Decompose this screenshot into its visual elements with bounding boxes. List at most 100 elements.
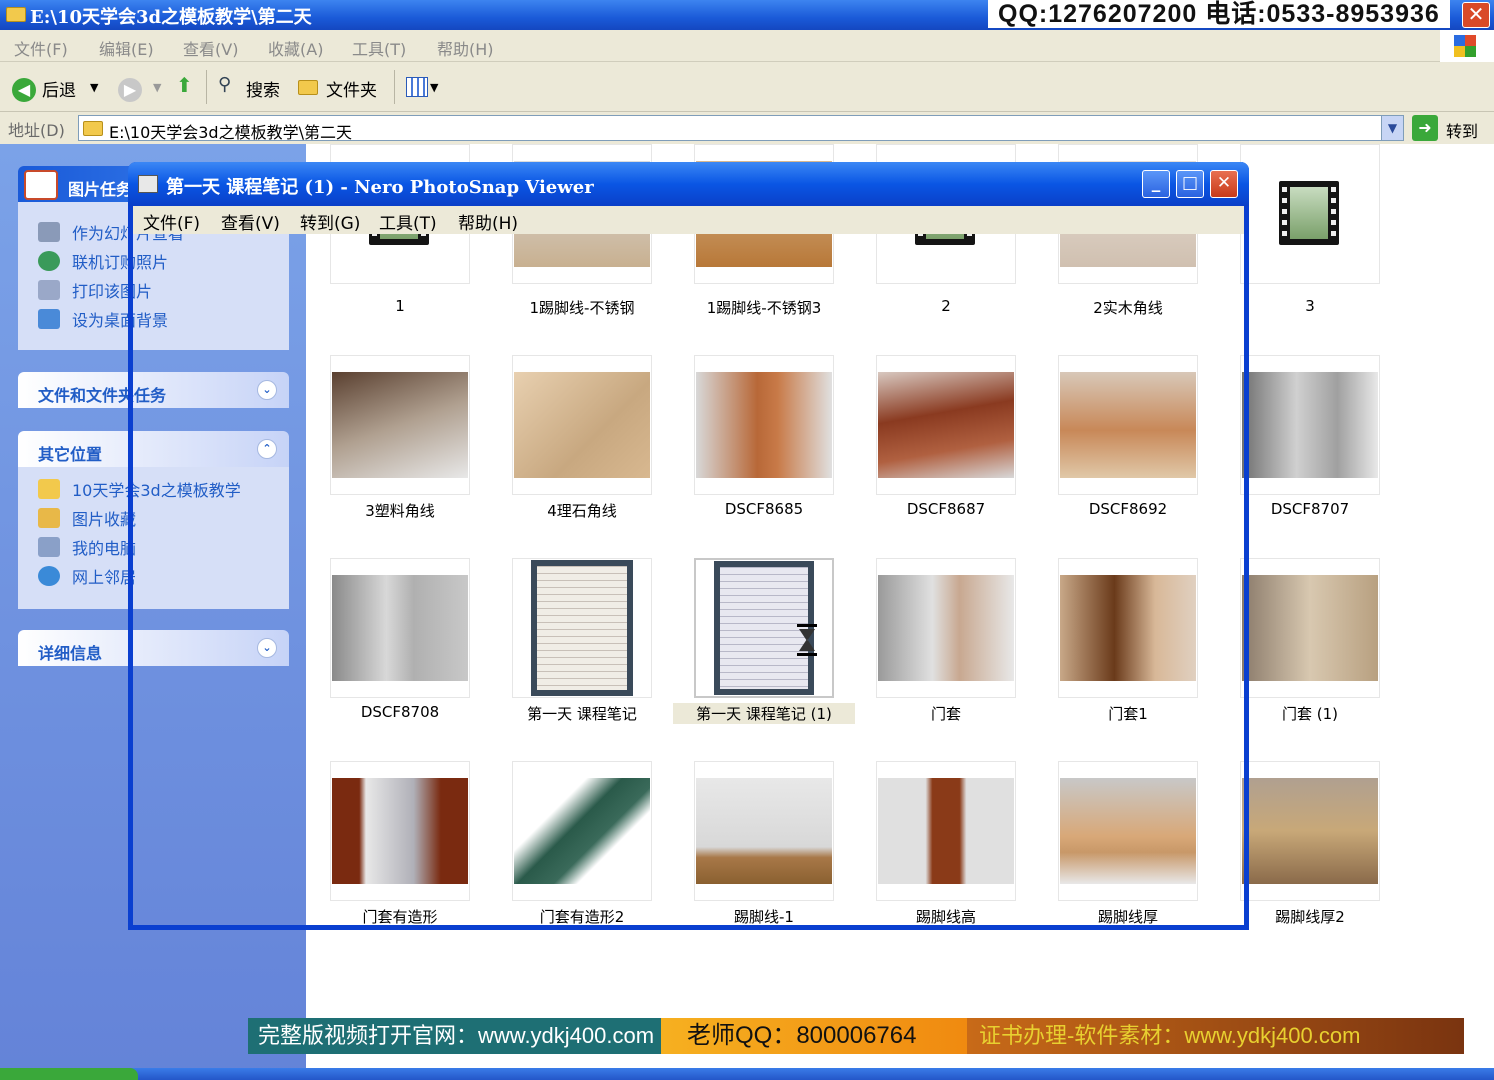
go-button[interactable]: 转到 (1446, 118, 1478, 142)
address-dropdown-icon[interactable]: ▼ (1381, 116, 1403, 140)
folder-icon (38, 479, 60, 499)
chevron-down-icon[interactable]: ⌄ (257, 638, 277, 658)
photo-thumbnail[interactable] (330, 355, 470, 495)
file-name-label[interactable]: DSCF8687 (855, 500, 1037, 518)
file-name-label[interactable]: 4理石角线 (491, 500, 673, 521)
viewer-minimize-button[interactable]: _ (1142, 170, 1170, 198)
folders-icon[interactable] (298, 80, 318, 95)
photo-thumbnail[interactable] (1240, 355, 1380, 495)
file-name-label[interactable]: 1踢脚线-不锈钢3 (673, 297, 855, 318)
photo-thumbnail[interactable] (512, 558, 652, 698)
file-name-label[interactable]: 3塑料角线 (309, 500, 491, 521)
search-icon[interactable]: ⚲ (218, 74, 231, 95)
folders-button[interactable]: 文件夹 (326, 76, 377, 101)
file-name-label[interactable]: 踢脚线高 (855, 906, 1037, 927)
photo-thumbnail[interactable] (876, 761, 1016, 901)
photo-thumbnail[interactable] (1240, 558, 1380, 698)
task-print-picture[interactable]: 打印该图片 (38, 278, 152, 304)
photo-preview (1060, 372, 1196, 478)
views-icon[interactable] (406, 77, 428, 97)
address-input[interactable]: E:\10天学会3d之模板教学\第二天 ▼ (78, 115, 1404, 142)
photo-thumbnail[interactable] (512, 355, 652, 495)
viewer-maximize-button[interactable]: □ (1176, 170, 1204, 198)
file-name-label[interactable]: DSCF8708 (309, 703, 491, 721)
photo-thumbnail[interactable] (330, 761, 470, 901)
photo-thumbnail[interactable] (694, 355, 834, 495)
file-tasks-panel: 文件和文件夹任务 ⌄ (18, 372, 289, 408)
photo-preview (1242, 372, 1378, 478)
photo-thumbnail[interactable] (876, 558, 1016, 698)
photo-thumbnail[interactable] (1058, 355, 1198, 495)
viewer-close-button[interactable]: ✕ (1210, 170, 1238, 198)
menu-tools[interactable]: 工具(T) (352, 36, 406, 60)
menu-help[interactable]: 帮助(H) (437, 36, 494, 60)
file-name-label[interactable]: 门套有造形2 (491, 906, 673, 927)
file-name-label[interactable]: 3 (1219, 297, 1401, 315)
details-header[interactable]: 详细信息 ⌄ (18, 630, 289, 666)
photo-preview (332, 372, 468, 478)
details-panel: 详细信息 ⌄ (18, 630, 289, 666)
viewer-menu-view[interactable]: 查看(V) (221, 209, 280, 234)
chevron-down-icon[interactable]: ⌄ (257, 380, 277, 400)
file-name-label[interactable]: 门套 (1) (1219, 703, 1401, 724)
photo-thumbnail[interactable] (330, 558, 470, 698)
pictures-folder-icon (38, 508, 60, 528)
back-dropdown-icon[interactable]: ▼ (90, 81, 98, 94)
photo-preview (878, 778, 1014, 884)
file-tasks-header[interactable]: 文件和文件夹任务 ⌄ (18, 372, 289, 408)
file-name-label[interactable]: 踢脚线厚 (1037, 906, 1219, 927)
views-dropdown-icon[interactable]: ▼ (430, 81, 438, 94)
file-name-label[interactable]: 第一天 课程笔记 (1) (673, 703, 855, 724)
viewer-menu-tools[interactable]: 工具(T) (379, 209, 437, 234)
photo-thumbnail[interactable] (876, 355, 1016, 495)
file-name-label[interactable]: DSCF8707 (1219, 500, 1401, 518)
place-my-computer[interactable]: 我的电脑 (38, 535, 136, 561)
chevron-up-icon[interactable]: ⌃ (257, 439, 277, 459)
file-name-label[interactable]: 踢脚线厚2 (1219, 906, 1401, 927)
explorer-close-button[interactable]: ✕ (1462, 2, 1490, 28)
file-name-label[interactable]: DSCF8685 (673, 500, 855, 518)
start-button[interactable] (0, 1068, 138, 1080)
thumbnail-view[interactable]: 1 1踢脚线-不锈钢 1踢脚线-不锈钢3 2 2实木角线 3 3塑料角线 4理石角线 DSCF8… (306, 144, 1494, 1080)
file-name-label[interactable]: 2实木角线 (1037, 297, 1219, 318)
file-name-label[interactable]: 门套 (855, 703, 1037, 724)
forward-arrow-icon[interactable]: ▶ (118, 78, 142, 102)
menu-view[interactable]: 查看(V) (183, 36, 238, 60)
place-parent-folder[interactable]: 10天学会3d之模板教学 (38, 477, 241, 503)
place-my-pictures[interactable]: 图片收藏 (38, 506, 136, 532)
explorer-menu-bar: 文件(F) 编辑(E) 查看(V) 收藏(A) 工具(T) 帮助(H) (0, 30, 1494, 62)
viewer-menu-file[interactable]: 文件(F) (143, 209, 200, 234)
file-name-label[interactable]: 踢脚线-1 (673, 906, 855, 927)
search-button[interactable]: 搜索 (246, 76, 280, 101)
forward-dropdown-icon[interactable]: ▼ (153, 81, 161, 94)
file-name-label[interactable]: 门套1 (1037, 703, 1219, 724)
place-network[interactable]: 网上邻居 (38, 564, 136, 590)
file-name-label[interactable]: 1踢脚线-不锈钢 (491, 297, 673, 318)
menu-favorites[interactable]: 收藏(A) (268, 36, 323, 60)
video-thumbnail[interactable] (1240, 144, 1380, 284)
viewer-menu-help[interactable]: 帮助(H) (458, 209, 518, 234)
back-arrow-icon[interactable]: ◀ (12, 78, 36, 102)
photo-preview (878, 575, 1014, 681)
photo-thumbnail[interactable] (694, 761, 834, 901)
photo-thumbnail[interactable] (1058, 761, 1198, 901)
photo-thumbnail[interactable] (1058, 558, 1198, 698)
file-name-label[interactable]: 门套有造形 (309, 906, 491, 927)
photo-thumbnail[interactable] (1240, 761, 1380, 901)
menu-edit[interactable]: 编辑(E) (99, 36, 154, 60)
viewer-title-bar[interactable]: 第一天 课程笔记 (1) - Nero PhotoSnap Viewer _ □… (128, 162, 1249, 206)
go-arrow-icon[interactable]: ➜ (1412, 115, 1438, 141)
up-folder-icon[interactable]: ⬆ (176, 73, 193, 97)
task-set-background[interactable]: 设为桌面背景 (38, 307, 168, 333)
task-order-prints[interactable]: 联机订购照片 (38, 249, 168, 275)
back-button[interactable]: 后退 (42, 76, 76, 101)
file-name-label[interactable]: 1 (309, 297, 491, 315)
file-name-label[interactable]: DSCF8692 (1037, 500, 1219, 518)
photo-preview (1242, 575, 1378, 681)
menu-file[interactable]: 文件(F) (14, 36, 68, 60)
other-places-header[interactable]: 其它位置 ⌃ (18, 431, 289, 467)
file-name-label[interactable]: 2 (855, 297, 1037, 315)
viewer-menu-goto[interactable]: 转到(G) (300, 209, 360, 234)
file-name-label[interactable]: 第一天 课程笔记 (491, 703, 673, 724)
photo-thumbnail[interactable] (512, 761, 652, 901)
